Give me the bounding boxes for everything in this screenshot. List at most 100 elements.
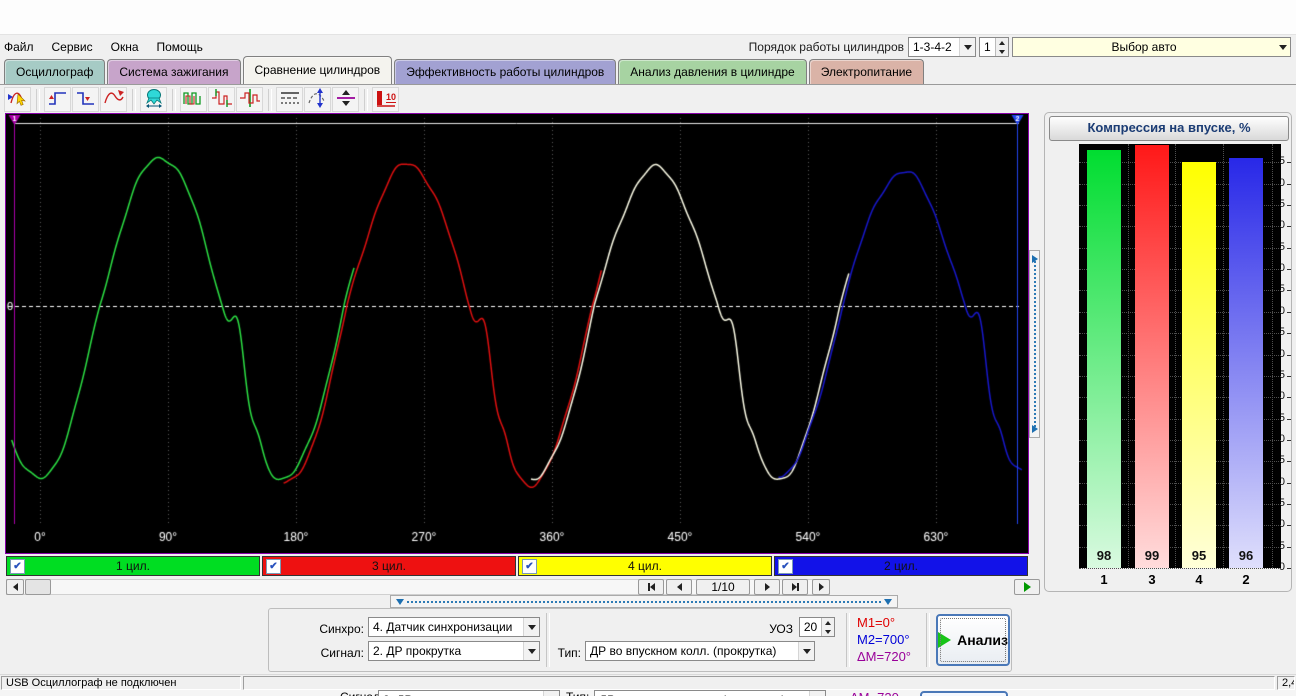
window-top-strip: [0, 0, 1296, 35]
oscillogram-plot[interactable]: [5, 113, 1029, 554]
legend-item-2[interactable]: 3 цил.: [262, 556, 516, 576]
toolbar-pulse-align-button[interactable]: [236, 87, 263, 112]
clipped-signal-combobox: 2. ДР прокрутка: [378, 690, 560, 696]
horizontal-range-slider[interactable]: [390, 595, 898, 608]
toolbar-line-style-button[interactable]: [276, 87, 303, 112]
toolbar-icon-badge: 10: [386, 92, 396, 103]
menu-item-2[interactable]: Сервис: [52, 40, 93, 54]
dropdown-arrow-icon[interactable]: [523, 618, 539, 636]
toolbar-measure-ghost-button[interactable]: [140, 87, 167, 112]
page-next-button[interactable]: [754, 579, 780, 595]
toolbar-falling-edge-button[interactable]: [72, 87, 99, 112]
firing-order-combobox[interactable]: 1-3-4-2: [908, 37, 976, 57]
y-tick-mark: [1287, 568, 1291, 569]
toolbar-rising-edge-button[interactable]: [44, 87, 71, 112]
horizontal-slider-right-thumb[interactable]: [884, 599, 892, 605]
type-combobox[interactable]: ДР во впускном колл. (прокрутка): [585, 641, 815, 661]
legend-item-1[interactable]: 1 цил.: [6, 556, 260, 576]
legend-item-3[interactable]: 4 цил.: [518, 556, 772, 576]
page-indicator: 1/10: [696, 579, 750, 595]
play-pages-button[interactable]: [1014, 579, 1040, 595]
compression-value: 96: [1229, 548, 1263, 563]
sync-combobox[interactable]: 4. Датчик синхронизации: [368, 617, 540, 637]
car-select-combobox[interactable]: Выбор авто: [1012, 37, 1291, 57]
toolbar-fit-vertical-button[interactable]: [304, 87, 331, 112]
dropdown-arrow-icon[interactable]: [523, 642, 539, 660]
legend-label: 3 цил.: [263, 559, 515, 573]
compression-bar-cyl-2: 96: [1229, 158, 1263, 568]
spinner-up-icon[interactable]: [996, 38, 1008, 47]
menu-item-1[interactable]: Файл: [4, 40, 34, 54]
tab-5[interactable]: Анализ давления в цилиндре: [618, 59, 806, 84]
menu-item-4[interactable]: Помощь: [157, 40, 203, 54]
cylinder-number-spinner[interactable]: 1: [979, 37, 1009, 57]
vertical-slider-bottom-thumb[interactable]: [1032, 425, 1038, 433]
compression-bar-cyl-4: 95: [1182, 162, 1216, 568]
y-tick-mark: [1287, 547, 1291, 548]
menu-item-3[interactable]: Окна: [111, 40, 139, 54]
type-label: Тип:: [551, 643, 581, 663]
toolbar-sine-arrow-button[interactable]: [100, 87, 127, 112]
horizontal-slider-left-thumb[interactable]: [396, 599, 404, 605]
y-tick-mark: [1287, 376, 1291, 377]
rising-edge-icon: [46, 87, 70, 112]
tab-4[interactable]: Эффективность работы цилиндров: [394, 59, 616, 84]
vertical-slider-top-thumb[interactable]: [1032, 255, 1038, 263]
scroll-left-button[interactable]: [6, 579, 24, 595]
page-last-button[interactable]: [782, 579, 808, 595]
spinner-up-icon[interactable]: [822, 618, 834, 627]
spinner-down-icon[interactable]: [996, 47, 1008, 56]
compression-panel-title[interactable]: Компрессия на впуске, %: [1049, 116, 1289, 141]
y-tick-mark: [1287, 397, 1291, 398]
signal-combobox[interactable]: 2. ДР прокрутка: [368, 641, 540, 661]
legend-label: 1 цил.: [7, 559, 259, 573]
toolbar-pulses-two-button[interactable]: [180, 87, 207, 112]
dropdown-arrow-icon[interactable]: [1275, 38, 1290, 56]
uoz-spinner[interactable]: 20: [799, 617, 835, 637]
toolbar-split-line-button[interactable]: [332, 87, 359, 112]
clipped-signal-label: Сигнал:: [340, 690, 383, 696]
page-prev-button[interactable]: [666, 579, 692, 595]
y-tick-mark: [1287, 440, 1291, 441]
tab-1[interactable]: Осциллограф: [4, 59, 105, 84]
scope-scrollbar-row: 1/10: [6, 579, 1040, 595]
scrollbar-thumb[interactable]: [25, 579, 51, 595]
page-first-button[interactable]: [638, 579, 664, 595]
tab-3[interactable]: Сравнение цилиндров: [243, 56, 393, 84]
type-value: ДР во впускном колл. (прокрутка): [586, 644, 798, 658]
y-tick-mark: [1287, 461, 1291, 462]
analyze-button[interactable]: Анализ: [936, 614, 1010, 666]
dropdown-arrow-icon[interactable]: [959, 38, 975, 56]
toolbar-separator: [268, 89, 272, 111]
pulse-marks-icon: [210, 87, 234, 112]
toolbar-pulse-marks-button[interactable]: [208, 87, 235, 112]
separator: [546, 613, 550, 667]
vertical-range-slider[interactable]: [1029, 250, 1040, 438]
fit-vertical-icon: [306, 87, 330, 112]
legend-item-4[interactable]: 2 цил.: [774, 556, 1028, 576]
clipped-delta-readout: ΔM=720: [850, 690, 899, 696]
status-empty-cell: [243, 676, 1275, 690]
y-tick-mark: [1287, 226, 1291, 227]
oscillogram-canvas[interactable]: [6, 114, 1028, 553]
legend-label: 4 цил.: [519, 559, 771, 573]
pulse-align-icon: [238, 87, 262, 112]
line-style-icon: [278, 87, 302, 112]
scroll-right-button[interactable]: [812, 579, 830, 595]
sync-value: 4. Датчик синхронизации: [369, 620, 523, 634]
y-tick-mark: [1287, 419, 1291, 420]
tab-2[interactable]: Система зажигания: [107, 59, 240, 84]
focus-rect: [940, 618, 1006, 662]
dropdown-arrow-icon[interactable]: [798, 642, 814, 660]
toolbar-scale-10-button[interactable]: 10: [372, 87, 399, 112]
y-tick-mark: [1287, 248, 1291, 249]
acquisition-control-panel: Синхро: 4. Датчик синхронизации Сигнал: …: [268, 608, 1012, 672]
spinner-down-icon[interactable]: [822, 627, 834, 636]
split-line-icon: [334, 87, 358, 112]
horizontal-slider-track: [407, 601, 881, 603]
compression-value: 95: [1182, 548, 1216, 563]
toolbar-select-wave-tool-button[interactable]: [4, 87, 31, 112]
status-connection: USB Осциллограф не подключен: [1, 676, 241, 690]
compression-category-label: 2: [1229, 572, 1263, 587]
tab-6[interactable]: Электропитание: [809, 59, 924, 84]
